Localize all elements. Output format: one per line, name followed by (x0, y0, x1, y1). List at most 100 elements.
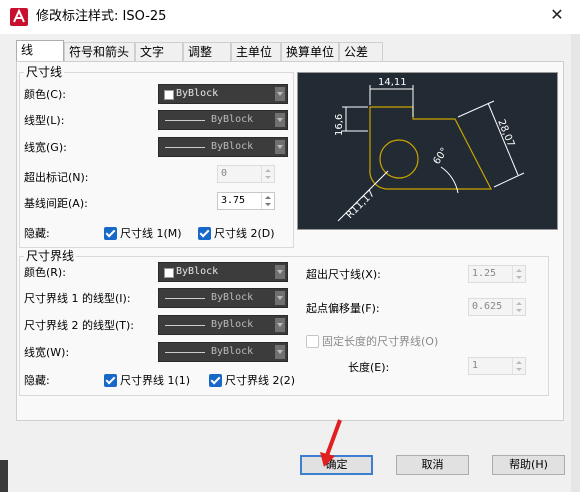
button-label: 帮助(H) (509, 458, 548, 471)
tab-label: 线 (21, 43, 34, 57)
linetype1-label: 尺寸界线 1 的线型(I): (24, 292, 131, 305)
chevron-down-icon (275, 318, 285, 332)
dimension-text: 14,11 (378, 77, 407, 88)
line-sample (165, 147, 205, 148)
close-icon[interactable]: ✕ (548, 6, 566, 24)
length-stepper[interactable]: 1 (468, 357, 526, 375)
extend-beyond-label: 超出尺寸线(X): (306, 268, 381, 281)
ext-line-color-select[interactable]: ByBlock (158, 262, 288, 282)
spin-arrows-icon[interactable] (512, 358, 525, 374)
stepper-value: 3.75 (221, 195, 246, 206)
autocad-app-icon (10, 8, 28, 26)
lineweight-label: 线宽(G): (24, 141, 67, 154)
fixed-length-checkbox[interactable] (306, 335, 319, 348)
button-label: 取消 (421, 458, 444, 471)
dialog-title: 修改标注样式: ISO-25 (36, 9, 167, 24)
suppress-label: 隐藏: (24, 374, 50, 387)
select-value: ByBlock (211, 346, 254, 357)
select-value: ByBlock (211, 114, 254, 125)
suppress-dim-line-2-checkbox[interactable] (198, 227, 211, 240)
ext-line-1-linetype-select[interactable]: ByBlock (158, 288, 288, 308)
tab-alternate-units[interactable]: 换算单位 (281, 42, 339, 61)
tab-label: 调整 (188, 45, 213, 59)
spin-arrows-icon[interactable] (261, 193, 274, 209)
baseline-spacing-label: 基线间距(A): (24, 197, 88, 210)
checkbox-label[interactable]: 尺寸线 2(D) (214, 227, 275, 241)
line-sample (165, 352, 205, 353)
ext-line-2-linetype-select[interactable]: ByBlock (158, 315, 288, 335)
tab-primary-units[interactable]: 主单位 (231, 42, 281, 61)
dimension-text: 60° (431, 146, 450, 167)
preview-pane: 14,11 16,6 28,07 60° R11,17 (297, 72, 558, 230)
select-value: ByBlock (211, 141, 254, 152)
tab-label: 文字 (140, 45, 165, 59)
extend-ticks-label: 超出标记(N): (24, 171, 89, 184)
spin-arrows-icon[interactable] (512, 266, 525, 282)
tab-symbols-arrows[interactable]: 符号和箭头 (64, 42, 135, 61)
spin-arrows-icon[interactable] (512, 299, 525, 315)
extend-beyond-stepper[interactable]: 1.25 (468, 265, 526, 283)
tab-text[interactable]: 文字 (135, 42, 183, 61)
dimension-text: R11,17 (344, 188, 377, 221)
chevron-down-icon (275, 291, 285, 305)
window-edge (571, 34, 580, 492)
line-sample (165, 325, 205, 326)
color-swatch (164, 268, 174, 278)
color-label: 颜色(R): (24, 266, 66, 279)
checkbox-label[interactable]: 尺寸界线 1(1) (120, 374, 190, 388)
color-swatch (164, 90, 174, 100)
tab-label: 主单位 (236, 45, 273, 59)
annotation-arrow-icon (318, 418, 344, 468)
tab-fit[interactable]: 调整 (183, 42, 231, 61)
checkbox-label[interactable]: 尺寸线 1(M) (120, 227, 182, 241)
ext-line-lineweight-select[interactable]: ByBlock (158, 342, 288, 362)
dimension-text: 28,07 (495, 118, 516, 149)
line-sample (165, 298, 205, 299)
color-label: 颜色(C): (24, 88, 66, 101)
extend-ticks-stepper[interactable]: 0 (217, 165, 275, 183)
chevron-down-icon (275, 265, 285, 279)
select-value: ByBlock (176, 266, 219, 277)
stepper-value: 1.25 (472, 268, 497, 279)
tab-tolerances[interactable]: 公差 (339, 42, 383, 61)
checkbox-label[interactable]: 固定长度的尺寸界线(O) (322, 335, 438, 349)
checkbox-label[interactable]: 尺寸界线 2(2) (225, 374, 295, 388)
taskbar-edge (0, 460, 8, 492)
tab-label: 符号和箭头 (69, 45, 130, 59)
chevron-down-icon (275, 140, 285, 154)
cancel-button[interactable]: 取消 (396, 455, 469, 475)
group-title: 尺寸线 (24, 65, 65, 79)
select-value: ByBlock (211, 292, 254, 303)
suppress-ext-line-2-checkbox[interactable] (209, 374, 222, 387)
suppress-dim-line-1-checkbox[interactable] (104, 227, 117, 240)
tab-label: 换算单位 (286, 45, 335, 59)
tab-lines[interactable]: 线 (16, 40, 64, 62)
lineweight-label: 线宽(W): (24, 346, 70, 359)
offset-stepper[interactable]: 0.625 (468, 298, 526, 316)
linetype-label: 线型(L): (24, 114, 65, 127)
dimension-text: 16,6 (334, 114, 345, 136)
length-label: 长度(E): (348, 361, 390, 374)
help-button[interactable]: 帮助(H) (492, 455, 565, 475)
baseline-spacing-stepper[interactable]: 3.75 (217, 192, 275, 210)
tab-label: 公差 (344, 45, 369, 59)
stepper-value: 1 (472, 360, 479, 371)
stepper-value: 0 (221, 168, 228, 179)
select-value: ByBlock (176, 88, 219, 99)
spin-arrows-icon[interactable] (261, 166, 274, 182)
group-title: 尺寸界线 (24, 249, 77, 263)
suppress-ext-line-1-checkbox[interactable] (104, 374, 117, 387)
chevron-down-icon (275, 345, 285, 359)
offset-label: 起点偏移量(F): (306, 302, 380, 315)
select-value: ByBlock (211, 319, 254, 330)
line-sample (165, 120, 205, 121)
suppress-label: 隐藏: (24, 227, 50, 240)
dim-line-linetype-select[interactable]: ByBlock (158, 110, 288, 130)
preview-drawing: 14,11 16,6 28,07 60° R11,17 (334, 77, 525, 222)
chevron-down-icon (275, 113, 285, 127)
chevron-down-icon (275, 87, 285, 101)
dim-line-lineweight-select[interactable]: ByBlock (158, 137, 288, 157)
dim-line-color-select[interactable]: ByBlock (158, 84, 288, 104)
linetype2-label: 尺寸界线 2 的线型(T): (24, 319, 134, 332)
stepper-value: 0.625 (472, 301, 503, 312)
